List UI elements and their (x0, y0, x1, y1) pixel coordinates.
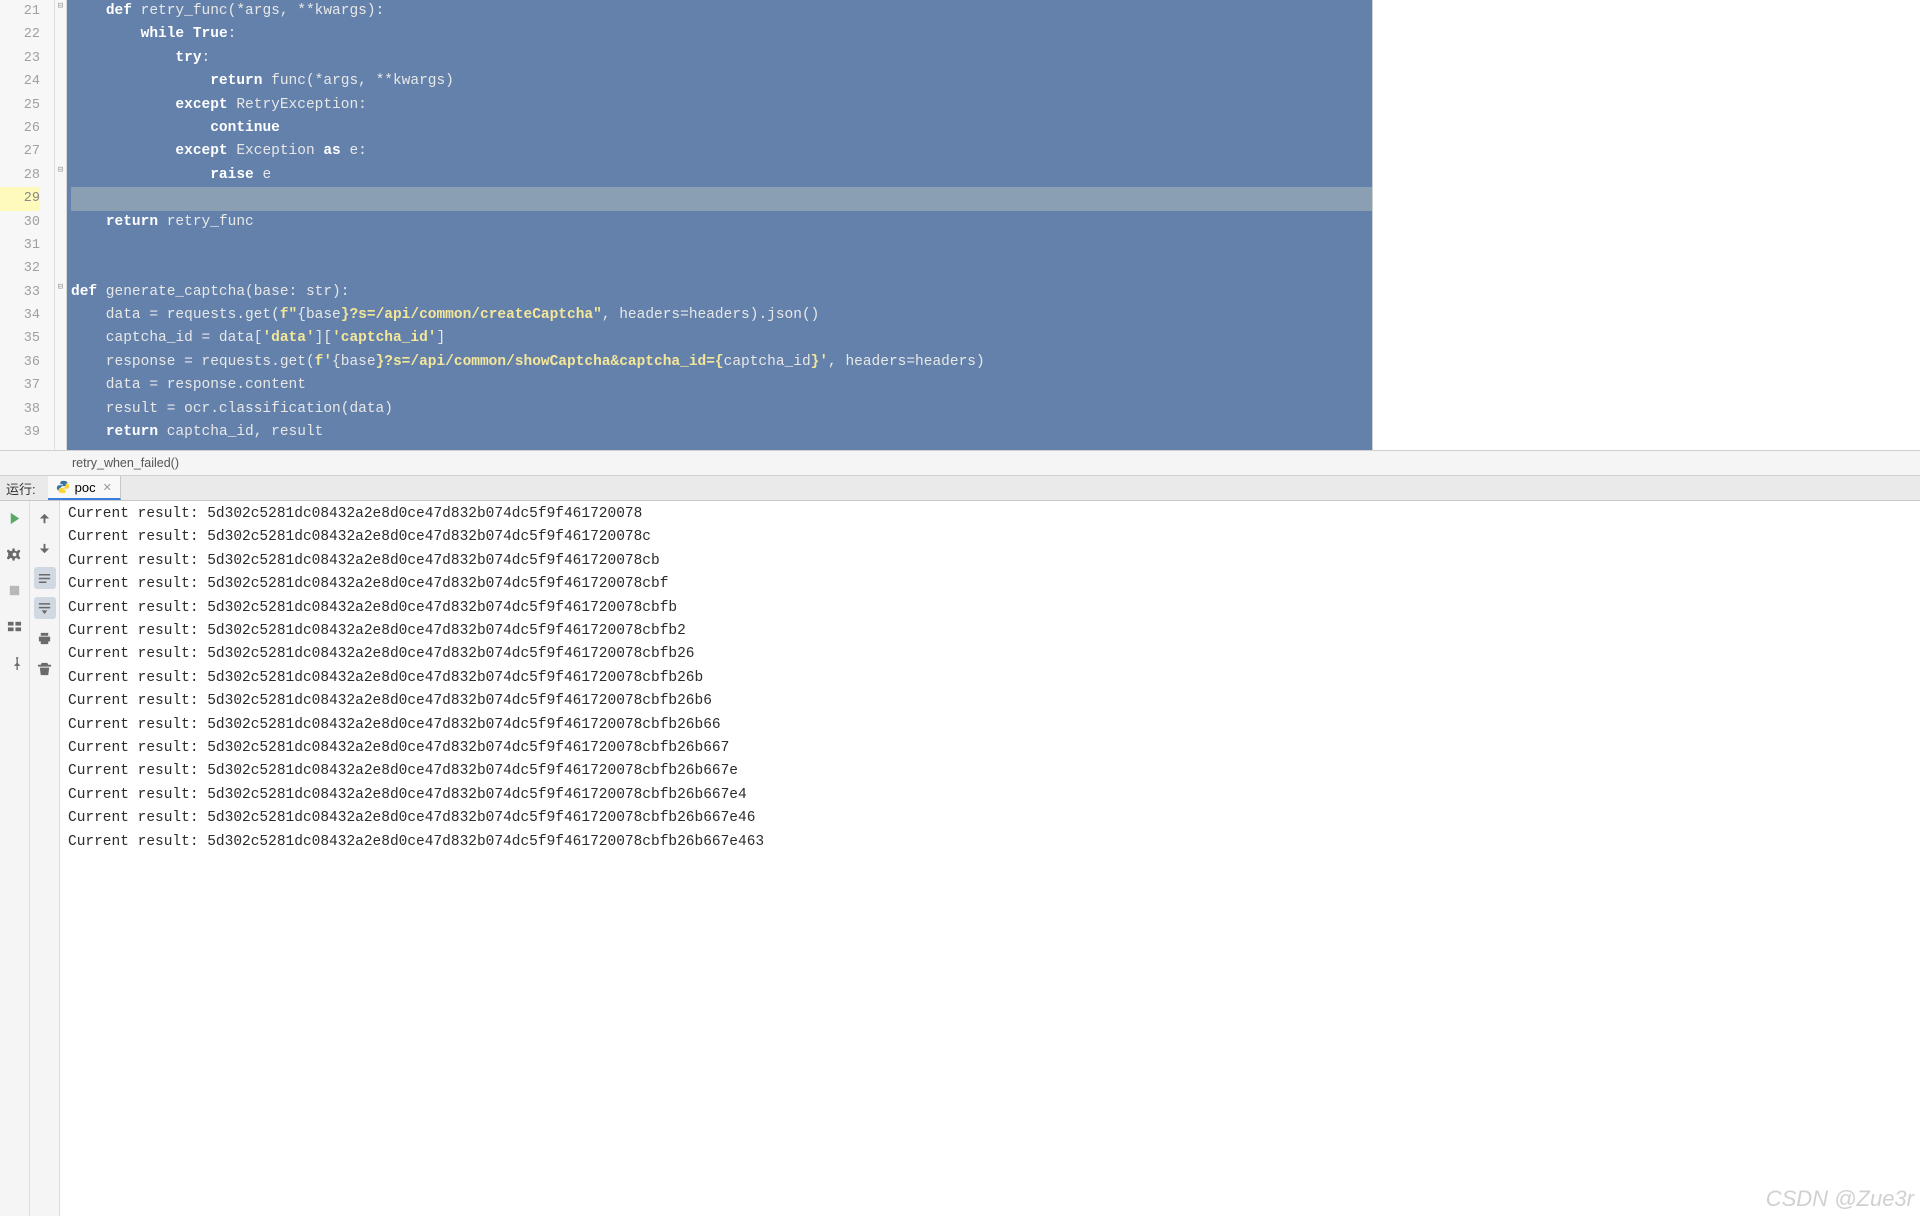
line-number: 30 (0, 211, 40, 234)
line-number: 37 (0, 374, 40, 397)
run-tab[interactable]: poc ✕ (48, 476, 121, 500)
console-line: Current result: 5d302c5281dc08432a2e8d0c… (68, 503, 1912, 526)
code-line[interactable] (71, 234, 1372, 257)
scroll-up-button[interactable] (34, 507, 56, 529)
console-line: Current result: 5d302c5281dc08432a2e8d0c… (68, 573, 1912, 596)
stop-button[interactable] (4, 579, 26, 601)
line-number: 38 (0, 398, 40, 421)
scroll-down-button[interactable] (34, 537, 56, 559)
fold-marker-icon[interactable]: ⊟ (56, 166, 65, 175)
console-line: Current result: 5d302c5281dc08432a2e8d0c… (68, 643, 1912, 666)
code-line[interactable]: def retry_func(*args, **kwargs): (71, 0, 1372, 23)
line-number: 32 (0, 257, 40, 280)
console-line: Current result: 5d302c5281dc08432a2e8d0c… (68, 831, 1912, 854)
code-line[interactable]: return retry_func (71, 211, 1372, 234)
editor-pane: 21222324252627282930313233343536373839 ⊟… (0, 0, 1920, 450)
layout-button[interactable] (4, 615, 26, 637)
code-line[interactable]: while True: (71, 23, 1372, 46)
code-line[interactable] (71, 257, 1372, 280)
line-number: 33 (0, 281, 40, 304)
code-line[interactable]: try: (71, 47, 1372, 70)
line-number: 34 (0, 304, 40, 327)
line-number: 39 (0, 421, 40, 444)
code-line[interactable]: data = response.content (71, 374, 1372, 397)
line-number: 21 (0, 0, 40, 23)
fold-marker-icon[interactable]: ⊟ (56, 283, 65, 292)
console-line: Current result: 5d302c5281dc08432a2e8d0c… (68, 667, 1912, 690)
soft-wrap-button[interactable] (34, 567, 56, 589)
run-label: 运行: (0, 479, 48, 498)
code-line[interactable]: except Exception as e: (71, 140, 1372, 163)
console-line: Current result: 5d302c5281dc08432a2e8d0c… (68, 550, 1912, 573)
line-number: 36 (0, 351, 40, 374)
console-line: Current result: 5d302c5281dc08432a2e8d0c… (68, 526, 1912, 549)
fold-column: ⊟ ⊟ ⊟ (55, 0, 67, 450)
line-number: 23 (0, 47, 40, 70)
console-line: Current result: 5d302c5281dc08432a2e8d0c… (68, 760, 1912, 783)
code-line[interactable]: return captcha_id, result (71, 421, 1372, 444)
line-number-gutter: 21222324252627282930313233343536373839 (0, 0, 55, 450)
breadcrumb-item[interactable]: retry_when_failed() (72, 456, 179, 470)
close-tab-icon[interactable]: ✕ (101, 481, 112, 494)
code-line[interactable]: continue (71, 117, 1372, 140)
breadcrumb-bar: retry_when_failed() (0, 450, 1920, 476)
line-number: 27 (0, 140, 40, 163)
code-line[interactable]: data = requests.get(f"{base}?s=/api/comm… (71, 304, 1372, 327)
console-line: Current result: 5d302c5281dc08432a2e8d0c… (68, 620, 1912, 643)
line-number: 26 (0, 117, 40, 140)
console-line: Current result: 5d302c5281dc08432a2e8d0c… (68, 597, 1912, 620)
code-line[interactable]: except RetryException: (71, 94, 1372, 117)
editor-right-blank (1372, 0, 1920, 450)
line-number: 31 (0, 234, 40, 257)
line-number: 35 (0, 327, 40, 350)
line-number: 28 (0, 164, 40, 187)
pin-button[interactable] (4, 651, 26, 673)
run-button[interactable] (4, 507, 26, 529)
code-line[interactable]: response = requests.get(f'{base}?s=/api/… (71, 351, 1372, 374)
console-line: Current result: 5d302c5281dc08432a2e8d0c… (68, 714, 1912, 737)
console-line: Current result: 5d302c5281dc08432a2e8d0c… (68, 690, 1912, 713)
console-line: Current result: 5d302c5281dc08432a2e8d0c… (68, 784, 1912, 807)
code-editor[interactable]: def retry_func(*args, **kwargs): while T… (67, 0, 1372, 450)
run-tab-label: poc (75, 480, 96, 495)
code-line[interactable]: result = ocr.classification(data) (71, 398, 1372, 421)
console-toolbar-secondary (30, 501, 60, 1216)
fold-marker-icon[interactable]: ⊟ (56, 2, 65, 11)
trash-button[interactable] (34, 657, 56, 679)
python-file-icon (56, 480, 70, 494)
line-number: 22 (0, 23, 40, 46)
line-number: 29 (0, 187, 40, 210)
line-number: 24 (0, 70, 40, 93)
run-toolwindow-header: 运行: poc ✕ (0, 476, 1920, 501)
console-output[interactable]: Current result: 5d302c5281dc08432a2e8d0c… (60, 501, 1920, 1216)
code-line[interactable] (71, 187, 1372, 210)
print-button[interactable] (34, 627, 56, 649)
settings-button[interactable] (4, 543, 26, 565)
console-line: Current result: 5d302c5281dc08432a2e8d0c… (68, 807, 1912, 830)
code-line[interactable]: def generate_captcha(base: str): (71, 281, 1372, 304)
console-line: Current result: 5d302c5281dc08432a2e8d0c… (68, 737, 1912, 760)
scroll-to-end-button[interactable] (34, 597, 56, 619)
code-line[interactable]: raise e (71, 164, 1372, 187)
code-line[interactable]: captcha_id = data['data']['captcha_id'] (71, 327, 1372, 350)
line-number: 25 (0, 94, 40, 117)
code-line[interactable]: return func(*args, **kwargs) (71, 70, 1372, 93)
console-panel: Current result: 5d302c5281dc08432a2e8d0c… (0, 501, 1920, 1216)
console-toolbar-left (0, 501, 30, 1216)
